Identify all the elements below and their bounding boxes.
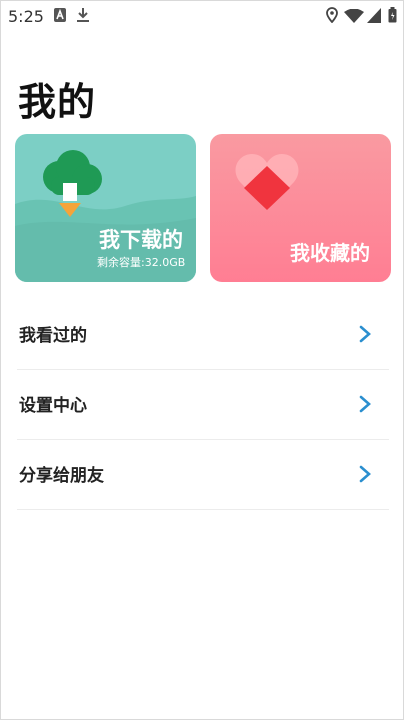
signal-icon [367, 8, 381, 23]
favorites-card[interactable]: 我收藏的 [210, 134, 391, 282]
app-frame: 5:25 我的 我下载的 剩余容量:32.0GB 我收藏的 我看过的 设置中心 … [0, 0, 404, 720]
notification-a-icon [54, 8, 66, 22]
menu-item-label: 分享给朋友 [19, 466, 104, 486]
storage-remaining: 剩余容量:32.0GB [97, 256, 186, 269]
wifi-icon [344, 9, 364, 23]
menu-item-settings[interactable]: 设置中心 [17, 369, 389, 440]
cloud-download-icon [43, 150, 102, 217]
menu-item-label: 我看过的 [19, 326, 87, 346]
downloads-card-label: 我下载的 [99, 228, 183, 252]
downloads-card[interactable]: 我下载的 剩余容量:32.0GB [15, 134, 196, 282]
menu-item-share[interactable]: 分享给朋友 [17, 439, 389, 510]
favorites-card-label: 我收藏的 [290, 241, 370, 265]
battery-icon [388, 7, 397, 23]
menu-item-watch-history[interactable]: 我看过的 [17, 299, 389, 370]
chevron-right-icon [359, 465, 371, 483]
chevron-right-icon [359, 325, 371, 343]
status-time: 5:25 [8, 7, 44, 26]
chevron-right-icon [359, 395, 371, 413]
page-title: 我的 [18, 80, 97, 124]
status-bar: 5:25 [1, 1, 404, 31]
heart-icon [235, 154, 299, 210]
menu-item-label: 设置中心 [19, 396, 87, 416]
location-icon [326, 7, 338, 23]
download-icon [77, 8, 89, 22]
